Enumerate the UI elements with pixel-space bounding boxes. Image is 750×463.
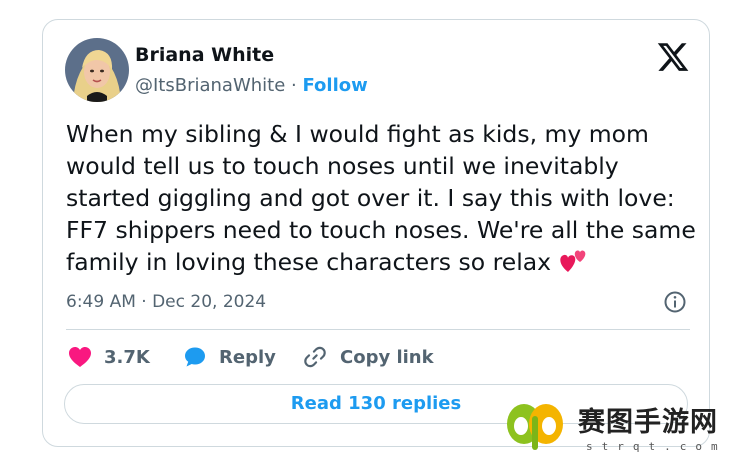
follow-button[interactable]: Follow xyxy=(302,75,367,96)
tweet-text-block: When my sibling & I would fight as kids,… xyxy=(66,118,706,282)
link-icon xyxy=(304,346,326,368)
heart-icon xyxy=(69,347,91,367)
avatar[interactable] xyxy=(65,38,129,102)
copy-link-label: Copy link xyxy=(340,346,434,368)
butterfly-logo-icon xyxy=(507,404,563,450)
two-hearts-emoji-icon xyxy=(559,248,589,282)
author-handle[interactable]: @ItsBrianaWhite xyxy=(135,75,285,96)
x-logo-icon[interactable] xyxy=(656,40,690,74)
reply-button[interactable]: Reply xyxy=(183,342,276,372)
watermark-text: 赛图手游网 xyxy=(578,407,718,438)
watermark-subtext: strqt.com xyxy=(586,440,727,453)
like-count: 3.7K xyxy=(104,346,150,368)
divider xyxy=(66,329,690,330)
copy-link-button[interactable]: Copy link xyxy=(302,342,434,372)
author-name[interactable]: Briana White xyxy=(135,44,274,66)
reply-label: Reply xyxy=(219,346,276,368)
handle-separator: · xyxy=(285,75,303,96)
reply-bubble-icon xyxy=(185,347,205,367)
tweet-text: When my sibling & I would fight as kids,… xyxy=(66,120,696,276)
like-button[interactable]: 3.7K xyxy=(68,342,150,372)
author-handle-line: @ItsBrianaWhite · Follow xyxy=(135,75,368,97)
watermark: 赛图手游网 strqt.com xyxy=(496,398,748,460)
tweet-card: Briana White @ItsBrianaWhite · Follow Wh… xyxy=(42,19,710,447)
tweet-timestamp[interactable]: 6:49 AM · Dec 20, 2024 xyxy=(66,291,266,313)
info-icon[interactable] xyxy=(663,290,687,314)
